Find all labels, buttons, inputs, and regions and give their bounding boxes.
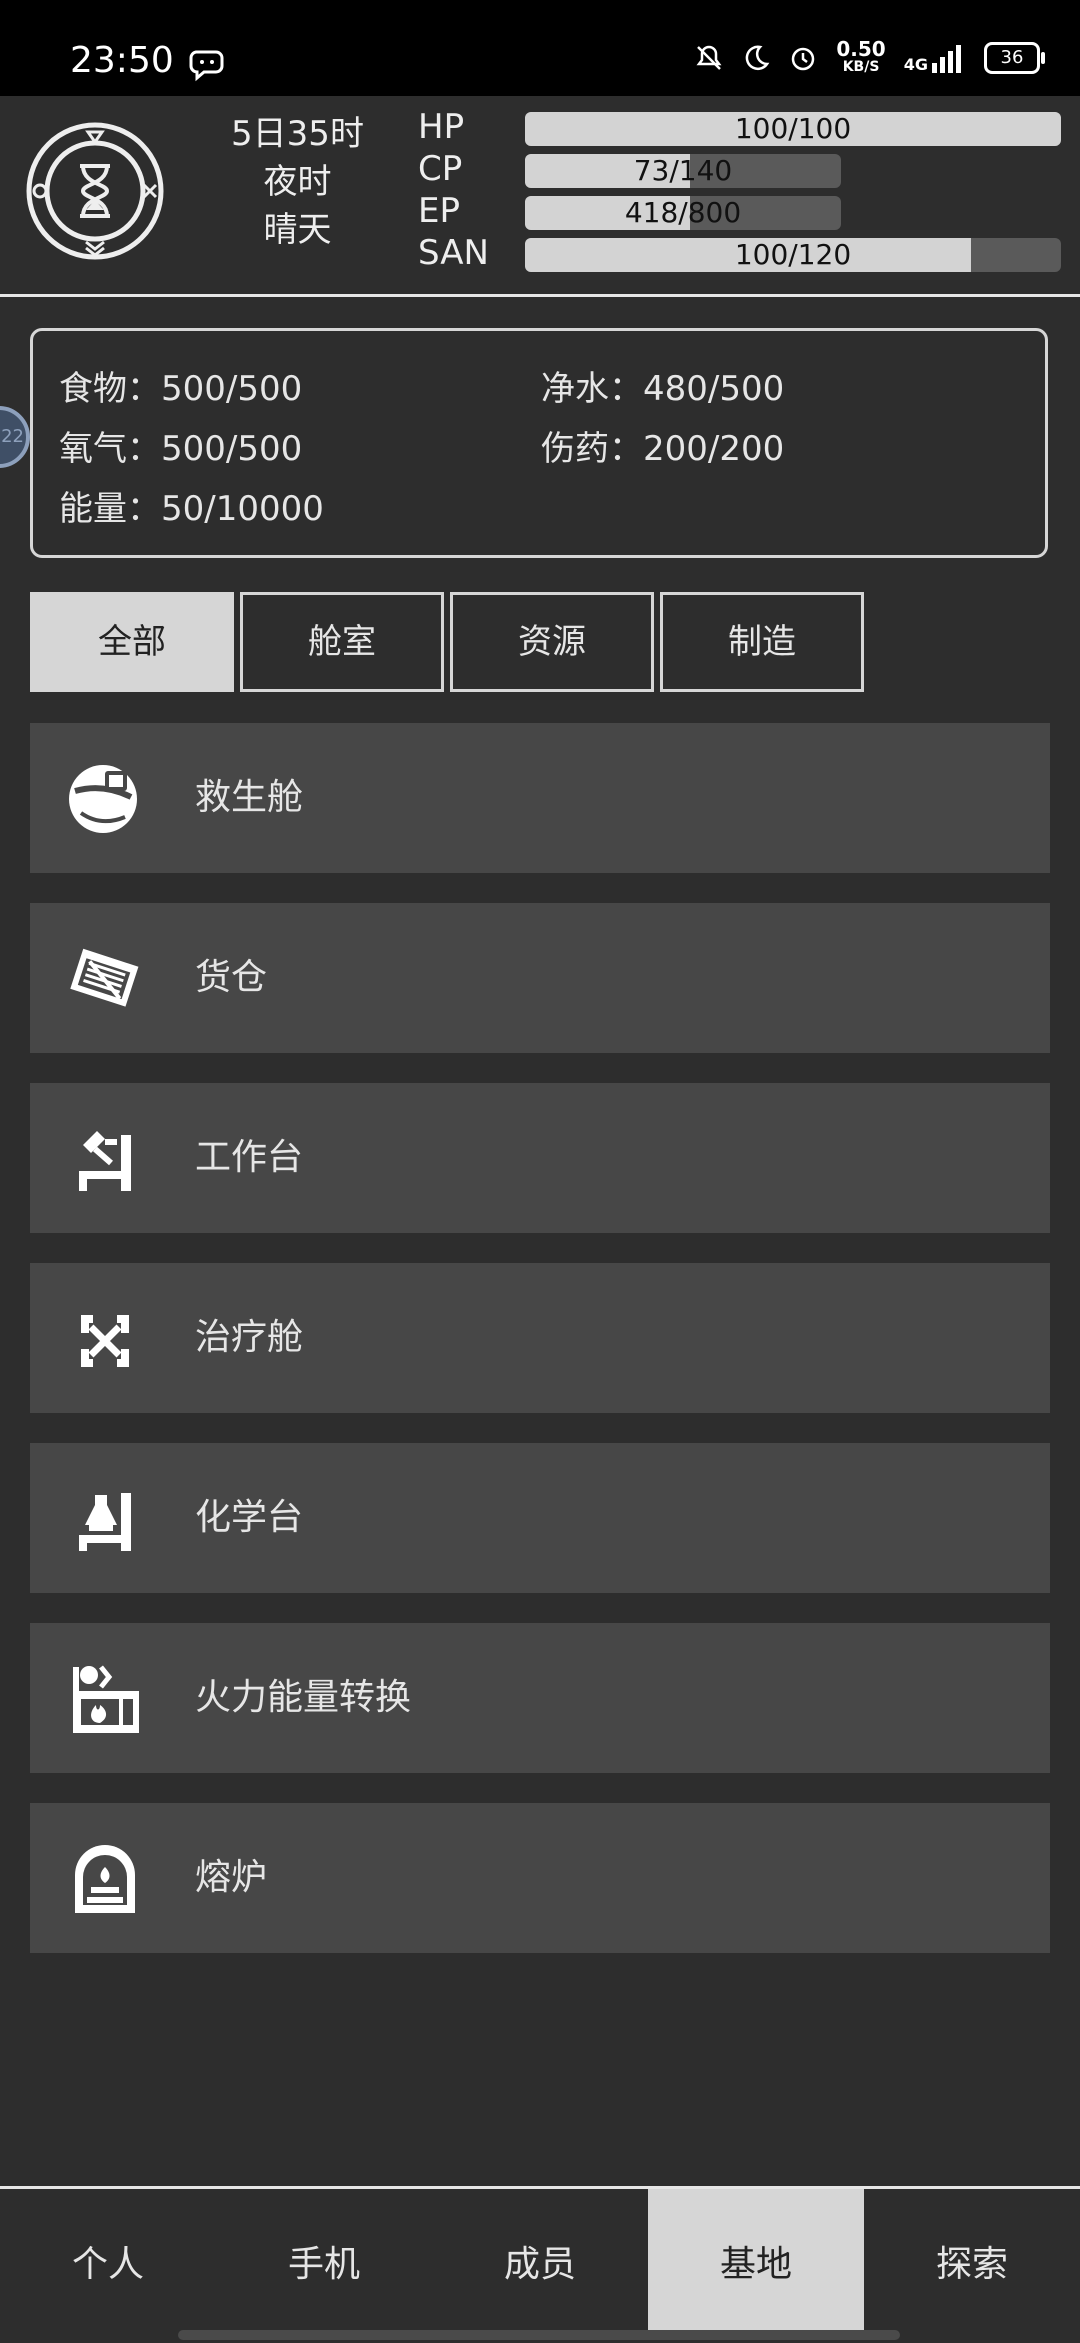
- facility-label: 工作台: [195, 1137, 304, 1178]
- battery-indicator: 36: [984, 42, 1045, 74]
- pod-icon: [65, 761, 145, 837]
- hourglass-emblem-icon[interactable]: [26, 122, 164, 260]
- nav-phone[interactable]: 手机: [216, 2189, 432, 2340]
- status-bar: 23:50 0.50 KB/S 4G 36: [0, 0, 1080, 96]
- cargo-icon: [65, 941, 145, 1017]
- period: 夜时: [263, 162, 332, 202]
- facility-label: 治疗舱: [195, 1317, 304, 1358]
- facility-label: 火力能量转换: [195, 1677, 412, 1718]
- workbench-icon: [65, 1121, 145, 1197]
- tab-cabins[interactable]: 舱室: [240, 592, 444, 692]
- bottom-navigation: 个人 手机 成员 基地 探索: [0, 2186, 1080, 2343]
- fire-energy-icon: [65, 1661, 145, 1737]
- ep-bar: 418/800: [525, 196, 841, 230]
- facility-label: 货仓: [195, 957, 268, 998]
- facility-item-treatment[interactable]: 治疗舱: [30, 1263, 1050, 1413]
- stat-label-ep: EP: [418, 191, 460, 231]
- nav-base[interactable]: 基地: [648, 2189, 864, 2340]
- resource-panel: 食物：500/500 净水：480/500 氧气：500/500 伤药：200/…: [30, 328, 1048, 558]
- facility-item-fire-energy[interactable]: 火力能量转换: [30, 1623, 1050, 1773]
- stat-label-cp: CP: [418, 149, 463, 189]
- gesture-bar[interactable]: [178, 2330, 900, 2340]
- stat-label-hp: HP: [418, 107, 465, 147]
- stat-label-san: SAN: [418, 233, 489, 273]
- category-tabs: 全部 舱室 资源 制造: [30, 592, 870, 692]
- tab-resources[interactable]: 资源: [450, 592, 654, 692]
- nav-explore[interactable]: 探索: [864, 2189, 1080, 2340]
- weather: 晴天: [263, 210, 332, 250]
- nav-members[interactable]: 成员: [432, 2189, 648, 2340]
- mute-icon: [694, 43, 724, 73]
- hp-bar: 100/100: [525, 112, 1061, 146]
- tab-crafting[interactable]: 制造: [660, 592, 864, 692]
- resource-food: 食物：500/500: [59, 369, 303, 409]
- treatment-icon: [65, 1301, 145, 1377]
- san-value: 100/120: [734, 238, 852, 271]
- resource-oxygen: 氧气：500/500: [59, 429, 303, 469]
- facility-label: 救生舱: [195, 777, 304, 818]
- stat-labels: HP CP EP SAN: [418, 106, 489, 274]
- facility-label: 熔炉: [195, 1857, 268, 1898]
- chemistry-icon: [65, 1481, 145, 1557]
- facility-item-chemistry[interactable]: 化学台: [30, 1443, 1050, 1593]
- clock: 23:50: [70, 40, 174, 81]
- facility-item-furnace[interactable]: 熔炉: [30, 1803, 1050, 1953]
- nav-personal[interactable]: 个人: [0, 2189, 216, 2340]
- resource-water: 净水：480/500: [541, 369, 785, 409]
- floating-assistant-bubble[interactable]: 22: [0, 406, 30, 468]
- cp-bar: 73/140: [525, 154, 841, 188]
- facility-item-cargo[interactable]: 货仓: [30, 903, 1050, 1053]
- resource-energy: 能量：50/10000: [59, 489, 324, 529]
- hp-value: 100/100: [734, 112, 852, 145]
- signal-icon: 4G: [904, 43, 966, 73]
- alarm-icon: [788, 43, 818, 73]
- day-hour: 5日35时: [231, 114, 364, 154]
- game-status-panel: 5日35时 夜时 晴天 HP CP EP SAN 100/100 73/140 …: [0, 96, 1080, 297]
- san-bar: 100/120: [525, 238, 1061, 272]
- game-time: 5日35时 夜时 晴天: [215, 110, 380, 254]
- ep-value: 418/800: [624, 196, 742, 229]
- facility-list: 救生舱 货仓 工作台 治疗舱 化学台 火力能量转换 熔炉: [30, 723, 1050, 1983]
- network-speed: 0.50 KB/S: [836, 37, 886, 75]
- facility-item-escape-pod[interactable]: 救生舱: [30, 723, 1050, 873]
- resource-medicine: 伤药：200/200: [541, 429, 785, 469]
- facility-item-workbench[interactable]: 工作台: [30, 1083, 1050, 1233]
- wechat-icon: [188, 46, 228, 86]
- cp-value: 73/140: [633, 154, 733, 187]
- facility-label: 化学台: [195, 1497, 304, 1538]
- furnace-icon: [65, 1841, 145, 1917]
- tab-all[interactable]: 全部: [30, 592, 234, 692]
- moon-icon: [742, 44, 770, 72]
